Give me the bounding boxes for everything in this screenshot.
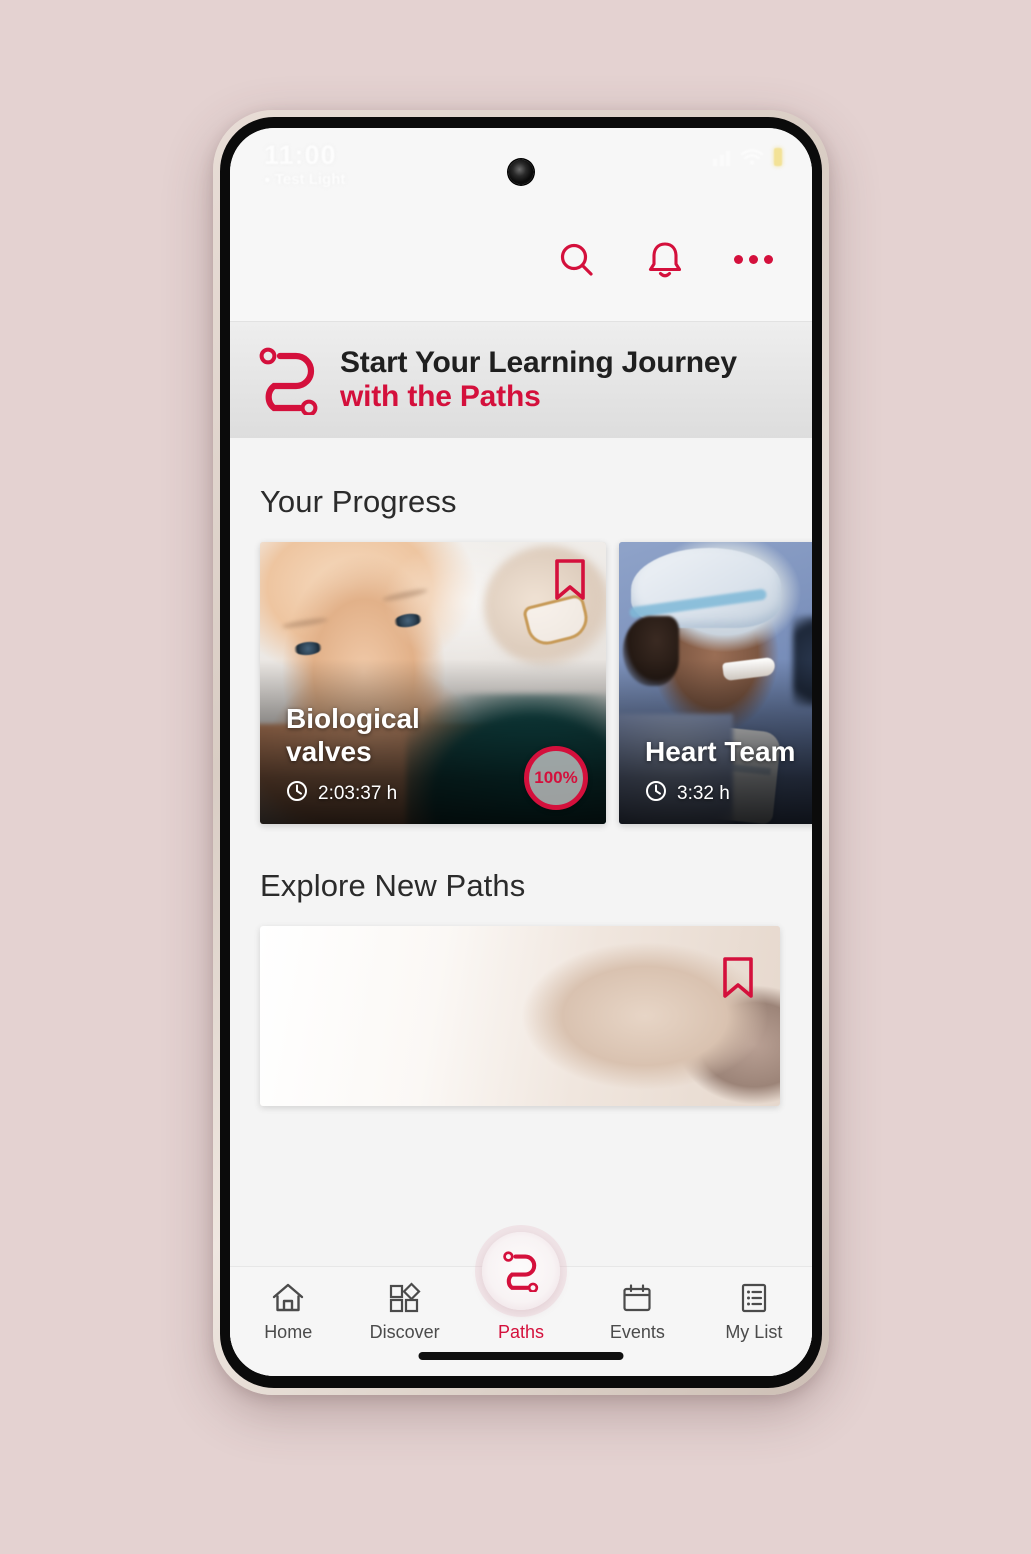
wifi-icon <box>741 149 763 166</box>
explore-card-image <box>260 926 780 1106</box>
nav-label: My List <box>725 1322 783 1342</box>
clock-icon <box>286 780 308 808</box>
card-body-heart-team: Heart Team 3:32 h <box>645 735 812 808</box>
card-title: Heart Team <box>645 735 796 767</box>
hero-title-primary: Start Your Learning Journey <box>340 346 737 380</box>
progress-badge: 100% <box>524 746 588 810</box>
search-icon[interactable] <box>552 235 602 285</box>
status-dot-icon: ● <box>264 174 271 187</box>
phone-bezel: 11:00 ● Test Light Start Your Learning J… <box>220 117 822 1388</box>
three-dots-glyph <box>733 255 773 264</box>
phone-device: 11:00 ● Test Light Start Your Learning J… <box>213 110 829 1395</box>
battery-icon <box>774 148 782 166</box>
explore-card-row[interactable] <box>230 926 812 1106</box>
explore-path-card[interactable] <box>260 926 780 1106</box>
card-duration-label: 2:03:37 h <box>318 783 398 804</box>
gesture-home-bar[interactable] <box>418 1352 624 1360</box>
nav-item-events[interactable]: Events <box>579 1281 695 1343</box>
path-card-heart-team[interactable]: Heart Team 3:32 h <box>619 542 812 824</box>
nav-label: Paths <box>498 1322 545 1342</box>
front-camera-punch-hole-icon <box>508 159 534 185</box>
nav-label: Discover <box>369 1322 440 1342</box>
list-icon <box>739 1281 769 1315</box>
hero-banner-text: Start Your Learning Journey with the Pat… <box>340 346 737 413</box>
card-duration-label: 3:32 h <box>677 783 730 804</box>
nav-item-home[interactable]: Home <box>230 1281 346 1343</box>
bookmark-icon[interactable] <box>720 956 756 1000</box>
signal-bars-icon <box>713 149 730 166</box>
status-bar-carrier: ● Test Light <box>264 170 345 190</box>
status-bar-right <box>713 148 782 166</box>
paths-fab-button[interactable] <box>482 1232 560 1310</box>
more-options-icon[interactable] <box>728 235 778 285</box>
app-header-bar <box>230 206 812 321</box>
nav-item-my-list[interactable]: My List <box>696 1281 812 1343</box>
status-bar-carrier-label: Test Light <box>274 171 346 188</box>
status-bar-left: 11:00 ● Test Light <box>264 140 345 190</box>
bookmark-icon[interactable] <box>552 558 588 602</box>
section-title-explore-new-paths: Explore New Paths <box>260 868 526 903</box>
notifications-bell-icon[interactable] <box>640 235 690 285</box>
your-progress-section: Your Progress Biological valves 2:03:37 … <box>230 484 812 824</box>
phone-screen: 11:00 ● Test Light Start Your Learning J… <box>230 128 812 1376</box>
hero-title-secondary: with the Paths <box>340 380 541 413</box>
status-bar-clock: 11:00 <box>264 140 337 170</box>
progress-card-row[interactable]: Biological valves 2:03:37 h 100% Heart T… <box>230 542 812 824</box>
nav-label: Home <box>264 1322 313 1342</box>
section-title-your-progress: Your Progress <box>260 484 457 519</box>
path-card-biological-valves[interactable]: Biological valves 2:03:37 h 100% <box>260 542 606 824</box>
discover-icon <box>388 1281 422 1315</box>
clock-icon <box>645 780 667 808</box>
nav-item-discover[interactable]: Discover <box>346 1281 462 1343</box>
home-icon <box>271 1281 305 1315</box>
explore-new-paths-section: Explore New Paths <box>230 868 812 1106</box>
paths-route-logo-icon <box>256 345 322 417</box>
hero-banner: Start Your Learning Journey with the Pat… <box>230 321 812 438</box>
nav-label: Events <box>609 1322 665 1342</box>
scroll-content[interactable]: Your Progress Biological valves 2:03:37 … <box>230 438 812 1376</box>
status-bar: 11:00 ● Test Light <box>230 128 812 206</box>
card-duration-row: 3:32 h <box>645 780 812 808</box>
calendar-icon <box>621 1281 653 1315</box>
